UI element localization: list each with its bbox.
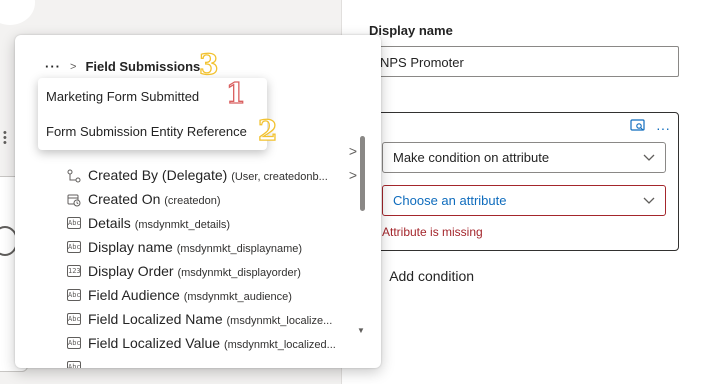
breadcrumb-more-icon[interactable]: ··· xyxy=(45,59,61,74)
breadcrumb-current: Field Submissions xyxy=(85,59,201,74)
list-item-label: Details (msdynmkt_details) xyxy=(88,215,230,231)
display-name-label: Display name xyxy=(369,23,453,38)
list-item-label: Created On (createdon) xyxy=(88,191,221,207)
list-item[interactable]: Abc Field Localized Name (msdynmkt_locali… xyxy=(67,307,357,331)
list-item-label: Field Localized Value (msdynmkt_localize… xyxy=(88,335,336,351)
field-display-name: Field Localized Name xyxy=(88,311,223,327)
attribute-select[interactable]: Choose an attribute xyxy=(382,185,666,216)
add-condition-label: Add condition xyxy=(389,268,475,284)
text-field-icon: Abc xyxy=(67,241,81,253)
breadcrumb: ··· > Field Submissions xyxy=(45,59,200,74)
chevron-right-icon: > xyxy=(70,60,77,73)
field-logical-name: (User, createdonb... xyxy=(231,171,328,183)
add-condition-button[interactable]: + Add condition xyxy=(369,268,474,284)
text-field-icon: Abc xyxy=(67,337,81,349)
dropdown-item-form-submission-entity-reference[interactable]: Form Submission Entity Reference xyxy=(46,124,247,139)
list-item-label: Created By (Delegate) (User, createdonb.… xyxy=(88,167,328,183)
field-logical-name: (msdynmkt_audience) xyxy=(183,291,292,303)
field-display-name: Display Order xyxy=(88,263,174,279)
calendar-clock-icon xyxy=(67,193,81,207)
list-item-label: Display name (msdynmkt_displayname) xyxy=(88,239,302,255)
field-logical-name: (msdynmkt_displayorder) xyxy=(177,267,301,279)
condition-type-select[interactable]: Make condition on attribute xyxy=(382,142,666,173)
field-logical-name: (createdon) xyxy=(164,195,221,207)
field-display-name: Details xyxy=(88,215,131,231)
list-item[interactable]: Abc Field Localized Value (msdynmkt_local… xyxy=(67,331,357,355)
lookup-icon xyxy=(67,169,81,183)
list-item[interactable]: Created By (Delegate) (User, createdonb.… xyxy=(67,163,357,187)
list-item[interactable]: Created On (createdon) xyxy=(67,187,357,211)
field-logical-name: (msdynmkt_details) xyxy=(134,219,231,231)
condition-toolbar: ··· xyxy=(630,119,670,136)
attribute-error-message: Attribute is missing xyxy=(382,225,483,239)
number-field-icon: 123 xyxy=(67,265,81,277)
list-item[interactable]: Abc Display name (msdynmkt_displayname) xyxy=(67,235,357,259)
condition-type-value: Make condition on attribute xyxy=(393,150,550,165)
field-display-name: Field Audience xyxy=(88,287,180,303)
attribute-select-placeholder: Choose an attribute xyxy=(393,193,507,208)
list-item-label: Display Order (msdynmkt_displayorder) xyxy=(88,263,301,279)
chevron-right-icon: > xyxy=(348,167,357,183)
annotation-number-3: 3 xyxy=(198,48,219,81)
annotation-number-2: 2 xyxy=(257,114,278,147)
chevron-right-icon: > xyxy=(348,143,357,159)
list-item[interactable]: Abc Field Audience (msdynmkt_audience) xyxy=(67,283,357,307)
field-display-name: Created By (Delegate) xyxy=(88,167,228,183)
dropdown-item-marketing-form-submitted[interactable]: Marketing Form Submitted xyxy=(46,89,199,104)
attribute-list: > Created By (Delegate) (User, createdonb… xyxy=(67,143,357,368)
insight-icon[interactable] xyxy=(630,119,646,136)
text-field-icon: Abc xyxy=(67,313,81,325)
condition-group: ··· Make condition on attribute Choose a… xyxy=(369,112,679,251)
field-logical-name: (msdynmkt_localized... xyxy=(223,339,336,351)
list-item[interactable]: 123 Display Order (msdynmkt_displayorder) xyxy=(67,259,357,283)
properties-panel: Display name NPS Promoter ··· Make condi… xyxy=(341,0,701,384)
field-display-name: Field Localized Value xyxy=(88,335,221,351)
list-item-label: Field Localized Name (msdynmkt_localize.… xyxy=(88,311,332,327)
chevron-down-icon xyxy=(643,193,655,208)
text-field-icon: Abc xyxy=(67,289,81,301)
text-field-icon: Abc xyxy=(67,217,81,229)
more-horizontal-icon[interactable]: ··· xyxy=(656,120,670,136)
annotation-number-1: 1 xyxy=(225,77,246,110)
field-logical-name: (msdynmkt_localize... xyxy=(226,315,333,327)
field-display-name: Created On xyxy=(88,191,161,207)
chevron-down-icon xyxy=(643,150,655,165)
list-item-partial[interactable]: Abc xyxy=(67,355,357,368)
list-item[interactable]: Abc Details (msdynmkt_details) xyxy=(67,211,357,235)
field-logical-name: (msdynmkt_displayname) xyxy=(176,243,303,255)
scroll-down-arrow-icon[interactable]: ▼ xyxy=(357,326,365,335)
text-field-icon: Abc xyxy=(67,361,81,368)
more-vertical-icon[interactable]: • • • xyxy=(3,128,7,149)
field-rows: > Created By (Delegate) (User, createdonb… xyxy=(67,143,357,368)
display-name-input[interactable]: NPS Promoter xyxy=(369,46,679,77)
list-item-label: Field Audience (msdynmkt_audience) xyxy=(88,287,292,303)
scrollbar-thumb[interactable] xyxy=(360,136,365,211)
field-display-name: Display name xyxy=(88,239,173,255)
